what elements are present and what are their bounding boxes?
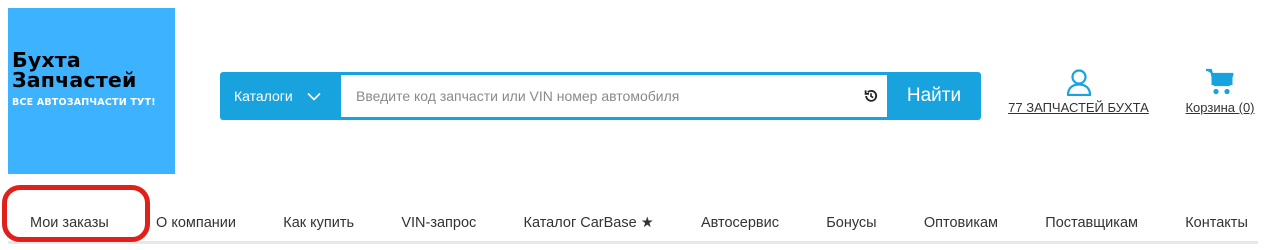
nav-item-how-to-buy[interactable]: Как купить [283, 209, 354, 237]
cart-link[interactable]: Корзина (0) [1178, 66, 1262, 115]
user-icon [1065, 66, 1093, 96]
nav-item-about[interactable]: О компании [156, 209, 236, 237]
catalogs-dropdown-label: Каталоги [234, 88, 293, 104]
history-icon[interactable] [862, 87, 880, 105]
chevron-down-icon [307, 92, 321, 101]
page: Бухта Запчастей ВСЕ АВТОЗАПЧАСТИ ТУТ! Ка… [0, 0, 1265, 250]
nav-item-wholesale[interactable]: Оптовикам [924, 209, 998, 237]
search-bar: Каталоги Найти [220, 72, 981, 120]
nav-item-car-service[interactable]: Автосервис [701, 209, 779, 237]
account-link[interactable]: 77 ЗАПЧАСТЕЙ БУХТА [1005, 66, 1152, 115]
site-logo[interactable]: Бухта Запчастей ВСЕ АВТОЗАПЧАСТИ ТУТ! [8, 8, 175, 174]
nav-item-suppliers[interactable]: Поставщикам [1045, 209, 1138, 237]
logo-line-1: Бухта [12, 48, 81, 72]
nav-item-carbase-catalog[interactable]: Каталог CarBase ★ [524, 209, 654, 237]
nav-item-vin-request[interactable]: VIN-запрос [401, 209, 476, 237]
nav-item-contacts[interactable]: Контакты [1185, 209, 1248, 237]
nav-item-my-orders[interactable]: Мои заказы [30, 209, 109, 237]
search-input[interactable] [341, 75, 887, 117]
nav-item-bonuses[interactable]: Бонусы [826, 209, 876, 237]
account-label: 77 ЗАПЧАСТЕЙ БУХТА [1008, 100, 1149, 115]
search-input-wrapper [341, 75, 887, 117]
search-button[interactable]: Найти [887, 72, 981, 120]
logo-line-2: Запчастей [12, 68, 137, 92]
main-nav: Мои заказы О компании Как купить VIN-зап… [8, 204, 1258, 244]
catalogs-dropdown[interactable]: Каталоги [220, 72, 341, 120]
cart-icon [1205, 66, 1235, 96]
cart-label: Корзина (0) [1185, 100, 1255, 115]
logo-tagline: ВСЕ АВТОЗАПЧАСТИ ТУТ! [12, 97, 156, 108]
